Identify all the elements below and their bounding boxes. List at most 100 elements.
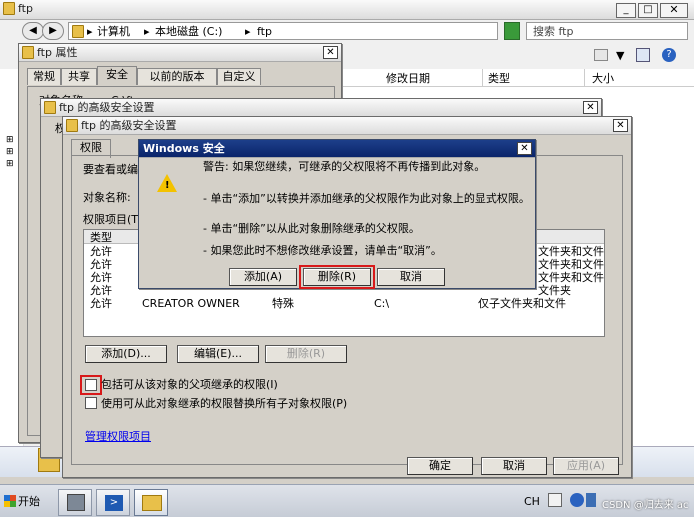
include-inheritable-highlight (80, 375, 102, 395)
chevron-down-icon[interactable]: ▼ (616, 49, 624, 62)
view-options-icon[interactable] (594, 49, 608, 61)
keyboard-icon[interactable] (548, 493, 562, 507)
breadcrumb-ftp[interactable]: ftp (257, 25, 272, 38)
close-button[interactable]: ✕ (613, 119, 628, 132)
tree-expander[interactable]: ⊞ (6, 158, 14, 171)
network-icon[interactable] (586, 493, 596, 507)
col-modified[interactable]: 修改日期 (386, 72, 430, 85)
manage-entries-link[interactable]: 管理权限项目 (85, 430, 151, 443)
properties-title: ftp 属性 (37, 46, 78, 59)
folder-icon (72, 25, 84, 38)
powershell-button[interactable]: > (96, 489, 130, 516)
warning-text: 警告: 如果您继续，可继承的父权限将不再传播到此对象。 (203, 160, 486, 173)
folder-icon (22, 46, 34, 59)
dialog-titlebar: Windows 安全 ✕ (139, 140, 535, 158)
advanced-back-title: ftp 的高级安全设置 (59, 101, 155, 114)
windows-logo-icon (4, 495, 16, 507)
explorer-title: ftp (18, 2, 33, 15)
bullet-cancel: - 如果您此时不想修改继承设置，请单击“取消”。 (203, 244, 442, 257)
server-manager-button[interactable] (58, 489, 92, 516)
forward-button[interactable]: ▶ (42, 22, 64, 40)
advanced-back-titlebar: ftp 的高级安全设置 ✕ (41, 99, 601, 117)
row-name: CREATOR OWNER (142, 297, 240, 310)
table-row[interactable]: 允许 CREATOR OWNER 特殊 C:\ 仅子文件夹和文件 (84, 297, 604, 310)
close-button[interactable]: ✕ (517, 142, 532, 155)
add-entry-button[interactable]: 添加(D)... (85, 345, 167, 363)
folder-icon (142, 495, 162, 511)
taskbar: 开始 > CH CSDN @归去来 ac (0, 484, 694, 517)
search-input[interactable]: 搜索 ftp (526, 22, 688, 40)
row-permission: 特殊 (272, 297, 294, 310)
include-inheritable-label[interactable]: 包括可从该对象的父项继承的权限(I) (101, 378, 278, 391)
back-button[interactable]: ◀ (22, 22, 44, 40)
apply-button[interactable]: 应用(A) (553, 457, 619, 475)
remove-entry-button[interactable]: 删除(R) (265, 345, 347, 363)
close-button[interactable]: ✕ (660, 3, 688, 18)
row-apply: 文件夹和文件 (538, 245, 604, 258)
remove-button-highlight (299, 265, 375, 289)
row-apply: 文件夹 (538, 284, 571, 297)
properties-titlebar: ftp 属性 ✕ (19, 44, 341, 62)
row-type: 允许 (90, 284, 112, 297)
row-type: 允许 (90, 297, 112, 310)
explorer-titlebar: ftp (0, 0, 694, 20)
explorer-taskbar-button[interactable] (134, 489, 168, 516)
dialog-title: Windows 安全 (143, 142, 225, 155)
close-button[interactable]: ✕ (323, 46, 338, 59)
powershell-icon: > (105, 495, 123, 511)
dialog-cancel-button[interactable]: 取消 (377, 268, 445, 286)
breadcrumb-disk[interactable]: 本地磁盘 (C:) (155, 25, 222, 38)
breadcrumb-sep: ▸ (144, 25, 150, 38)
object-name-label: 对象名称: (83, 191, 131, 204)
help-icon[interactable] (570, 493, 584, 507)
row-apply: 文件夹和文件 (538, 271, 604, 284)
properties-tabs: 常规 共享 安全 以前的版本 自定义 (27, 66, 337, 88)
tab-customize[interactable]: 自定义 (217, 68, 261, 85)
col-type-header[interactable]: 类型 (90, 231, 112, 244)
cancel-button[interactable]: 取消 (481, 457, 547, 475)
row-apply: 文件夹和文件 (538, 258, 604, 271)
replace-child-checkbox[interactable] (85, 397, 97, 409)
folder-icon (3, 2, 15, 15)
row-type: 允许 (90, 245, 112, 258)
bullet-add: - 单击“添加”以转换并添加继承的父权限作为此对象上的显式权限。 (203, 192, 530, 205)
tab-previous-versions[interactable]: 以前的版本 (137, 68, 217, 85)
watermark: CSDN @归去来 ac (602, 500, 689, 511)
windows-security-dialog: Windows 安全 ✕ ! 警告: 如果您继续，可继承的父权限将不再传播到此对… (138, 139, 536, 289)
replace-child-label[interactable]: 使用可从此对象继承的权限替换所有子对象权限(P) (101, 397, 347, 410)
col-size[interactable]: 大小 (592, 72, 614, 85)
advanced-title: ftp 的高级安全设置 (81, 119, 177, 132)
refresh-button[interactable] (504, 22, 520, 40)
advanced-titlebar: ftp 的高级安全设置 ✕ (63, 117, 631, 135)
file-list-header: 修改日期 类型 大小 (340, 69, 694, 87)
preview-pane-icon[interactable] (636, 48, 650, 62)
search-placeholder: 搜索 ftp (533, 25, 574, 38)
breadcrumb-computer[interactable]: 计算机 (97, 25, 130, 38)
maximize-button[interactable]: □ (638, 3, 658, 18)
row-type: 允许 (90, 271, 112, 284)
add-button[interactable]: 添加(A) (229, 268, 297, 286)
permission-entries-label: 权限项目(T): (83, 213, 147, 226)
warning-mark: ! (165, 180, 170, 191)
folder-icon (66, 119, 78, 132)
minimize-button[interactable]: _ (616, 3, 636, 18)
language-indicator[interactable]: CH (524, 495, 540, 508)
ok-button[interactable]: 确定 (407, 457, 473, 475)
breadcrumb-sep: ▸ (245, 25, 251, 38)
bullet-remove: - 单击“删除”以从此对象删除继承的父权限。 (203, 222, 420, 235)
address-bar[interactable]: 计算机 ▸ ▸ 本地磁盘 (C:) ▸ ftp (68, 22, 498, 40)
tab-security[interactable]: 安全 (97, 66, 137, 85)
server-manager-icon (67, 494, 85, 511)
start-label: 开始 (18, 495, 40, 508)
col-type[interactable]: 类型 (488, 72, 510, 85)
row-type: 允许 (90, 258, 112, 271)
tab-sharing[interactable]: 共享 (61, 68, 97, 85)
breadcrumb-sep: ▸ (87, 25, 93, 38)
folder-icon (44, 101, 56, 114)
edit-entry-button[interactable]: 编辑(E)... (177, 345, 259, 363)
start-button[interactable]: 开始 (2, 489, 42, 514)
row-inherited-from: C:\ (374, 297, 390, 310)
close-button[interactable]: ✕ (583, 101, 598, 114)
help-icon[interactable]: ? (662, 48, 676, 62)
tab-general[interactable]: 常规 (27, 68, 61, 85)
